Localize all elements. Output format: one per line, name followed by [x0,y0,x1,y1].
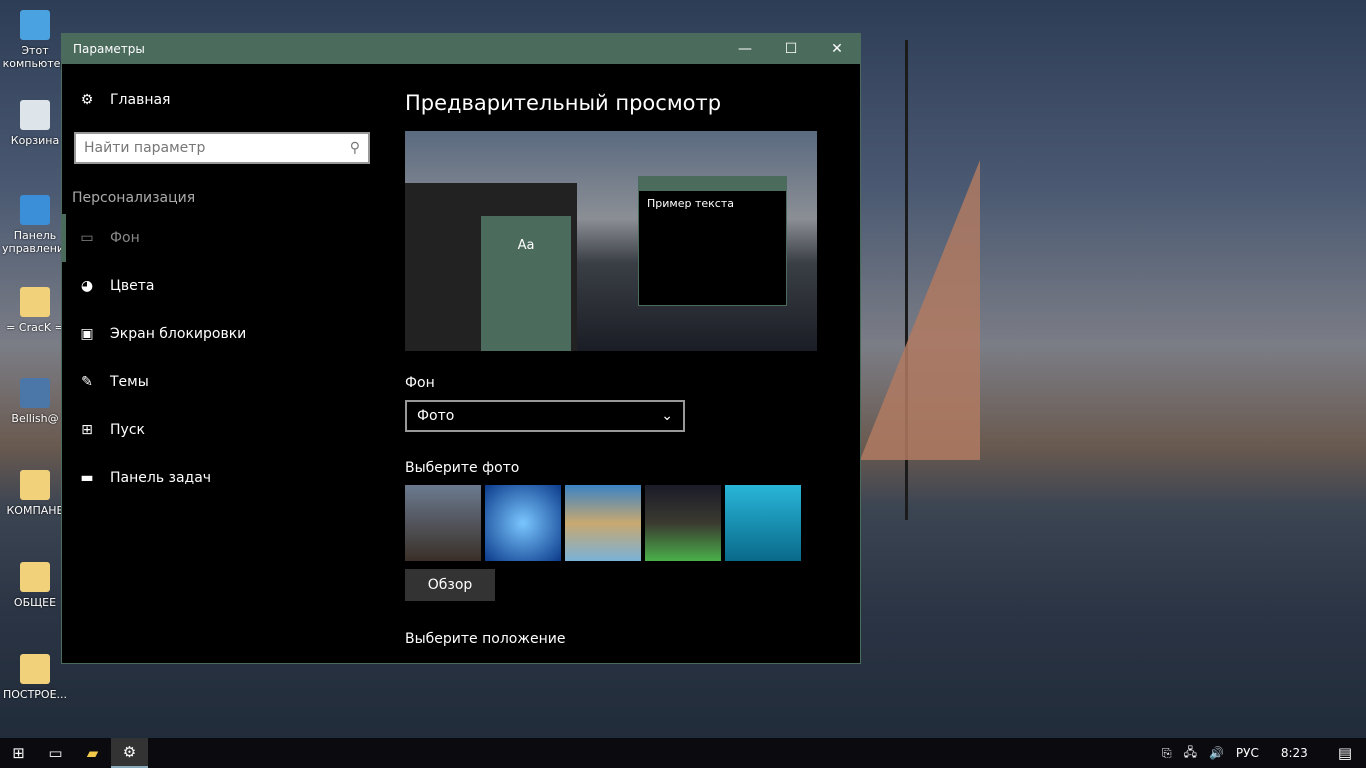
palette-icon: ◕ [80,278,94,294]
desktop-icon-folder[interactable]: КОМПАНЕ [2,470,68,517]
minimize-icon[interactable]: — [722,41,768,57]
desktop-icon-shortcut[interactable]: Bellish@ [2,378,68,425]
usb-icon[interactable]: ⎘ [1162,746,1172,761]
search-placeholder: Найти параметр [84,140,206,156]
icon-label: ПОСТРОЕ... [2,688,68,701]
clock[interactable]: 8:23 [1281,746,1308,760]
file-explorer-button[interactable]: ▰ [74,738,111,768]
themes-icon: ✎ [81,374,93,390]
browse-button[interactable]: Обзор [405,569,495,601]
item-label: Пуск [110,422,145,438]
close-icon[interactable]: ✕ [814,41,860,57]
chevron-down-icon: ⌄ [661,408,673,424]
icon-label: Корзина [10,134,60,147]
choose-photo-label: Выберите фото [405,460,520,476]
start-button[interactable]: ⊞ [0,738,37,768]
photo-thumb-night[interactable] [645,485,721,561]
icon-label: ОБЩЕЕ [13,596,57,609]
sidebar-item-taskbar[interactable]: ▬ Панель задач [62,454,382,502]
action-center-icon[interactable]: ▤ [1338,744,1352,762]
preview-start-menu: Aa [405,183,577,351]
icon-label: Этот компьютер [2,44,68,70]
sidebar-item-lock-screen[interactable]: ▣ Экран блокировки [62,310,382,358]
task-view-button[interactable]: ▭ [37,738,74,768]
sidebar-item-start[interactable]: ⊞ Пуск [62,406,382,454]
sidebar-item-themes[interactable]: ✎ Темы [62,358,382,406]
item-label: Экран блокировки [110,326,247,342]
background-label: Фон [405,375,435,391]
search-icon: ⚲ [349,140,360,156]
settings-taskbar-button[interactable]: ⚙ [111,738,148,768]
photo-thumb-beach[interactable] [565,485,641,561]
wallpaper-sail [860,160,980,460]
select-value: Фото [417,408,455,424]
preview-sample-text: Пример текста [647,197,734,210]
gear-icon: ⚙ [80,92,94,108]
sidebar: ⚙ Главная Найти параметр ⚲ Персонализация … [62,64,382,663]
background-select[interactable]: Фото ⌄ [405,400,685,432]
taskbar-icon: ▬ [80,470,94,486]
language-indicator[interactable]: РУС [1236,746,1259,760]
photo-thumb-sailboat[interactable] [405,485,481,561]
taskbar: ⊞ ▭ ▰ ⚙ ⎘ 🖧 🔊 РУС 8:23 ▤ [0,738,1366,768]
network-icon[interactable]: 🖧 [1184,743,1197,764]
maximize-icon[interactable]: ☐ [768,41,814,57]
photo-thumb-windows[interactable] [485,485,561,561]
item-label: Фон [110,230,140,246]
section-title: Персонализация [72,190,196,206]
search-input[interactable]: Найти параметр ⚲ [74,132,370,164]
start-icon: ⊞ [81,422,93,438]
icon-label: КОМПАНЕ [6,504,64,517]
preview-window: Пример текста [638,176,787,306]
desktop-icon-folder[interactable]: ПОСТРОЕ... [2,654,68,701]
sidebar-home[interactable]: ⚙ Главная [62,76,382,124]
title-bar[interactable]: Параметры — ☐ ✕ [62,34,860,64]
sidebar-item-background[interactable]: ▭ Фон [62,214,382,262]
photo-thumb-underwater[interactable] [725,485,801,561]
preview-tile: Aa [481,216,571,351]
desktop-icon-computer[interactable]: Этот компьютер [2,10,68,70]
desktop-icon-control-panel[interactable]: Панель управления [2,195,71,255]
item-label: Панель задач [110,470,212,486]
photo-thumbnails [405,485,860,561]
icon-label: Bellish@ [11,412,59,425]
window-title: Параметры [73,42,145,56]
lock-screen-icon: ▣ [80,326,94,342]
page-title: Предварительный просмотр [405,91,722,115]
background-preview: Aa Пример текста [405,131,817,351]
sidebar-item-colors[interactable]: ◕ Цвета [62,262,382,310]
settings-window: Параметры — ☐ ✕ ⚙ Главная Найти параметр ⚲… [61,33,861,664]
item-label: Темы [110,374,149,390]
item-label: Цвета [110,278,155,294]
desktop-icon-folder[interactable]: = CracK = [2,287,68,334]
icon-label: = CracK = [6,321,64,334]
picture-icon: ▭ [80,230,94,246]
volume-icon[interactable]: 🔊 [1209,746,1224,760]
main-content: Предварительный просмотр Aa Пример текст… [405,64,860,663]
desktop-icon-recycle-bin[interactable]: Корзина [2,100,68,147]
home-label: Главная [110,92,171,108]
choose-fit-label: Выберите положение [405,631,566,647]
desktop-icon-folder[interactable]: ОБЩЕЕ [2,562,68,609]
